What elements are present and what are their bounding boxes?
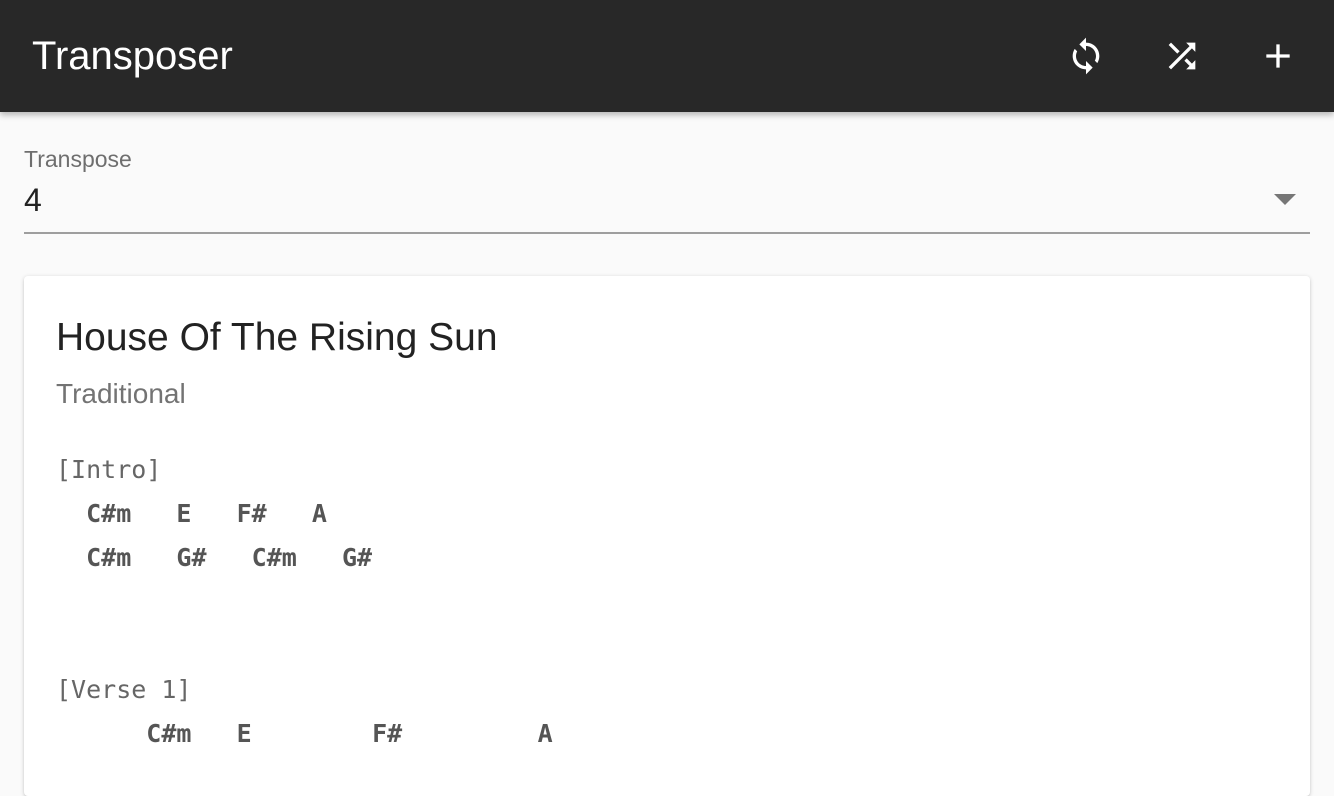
transpose-value[interactable]: 4	[24, 182, 42, 219]
song-artist: Traditional	[56, 378, 186, 409]
shuffle-icon	[1168, 42, 1196, 70]
app-bar: Transposer	[0, 0, 1334, 112]
select-underline	[24, 232, 1310, 234]
section-label: [Verse 1]	[56, 675, 192, 704]
chord-line: C#m G# C#m G#	[56, 543, 373, 572]
transpose-label: Transpose	[24, 146, 132, 172]
transpose-select[interactable]: Transpose 4	[24, 144, 1310, 234]
song-body: [Intro] C#m E F# A C#m G# C#m G# [Verse …	[56, 448, 1276, 756]
dropdown-arrow-icon[interactable]	[1274, 194, 1296, 205]
add-button[interactable]	[1250, 28, 1306, 84]
shuffle-button[interactable]	[1154, 28, 1210, 84]
chord-line: C#m E F# A	[56, 719, 553, 748]
song-title: House Of The Rising Sun	[56, 316, 498, 359]
chord-line: C#m E F# A	[56, 499, 327, 528]
app-title: Transposer	[32, 34, 233, 78]
sync-icon	[1072, 37, 1100, 75]
sync-button[interactable]	[1058, 28, 1114, 84]
section-label: [Intro]	[56, 455, 162, 484]
song-card: House Of The Rising Sun Traditional [Int…	[24, 276, 1310, 796]
add-icon	[1266, 44, 1290, 68]
